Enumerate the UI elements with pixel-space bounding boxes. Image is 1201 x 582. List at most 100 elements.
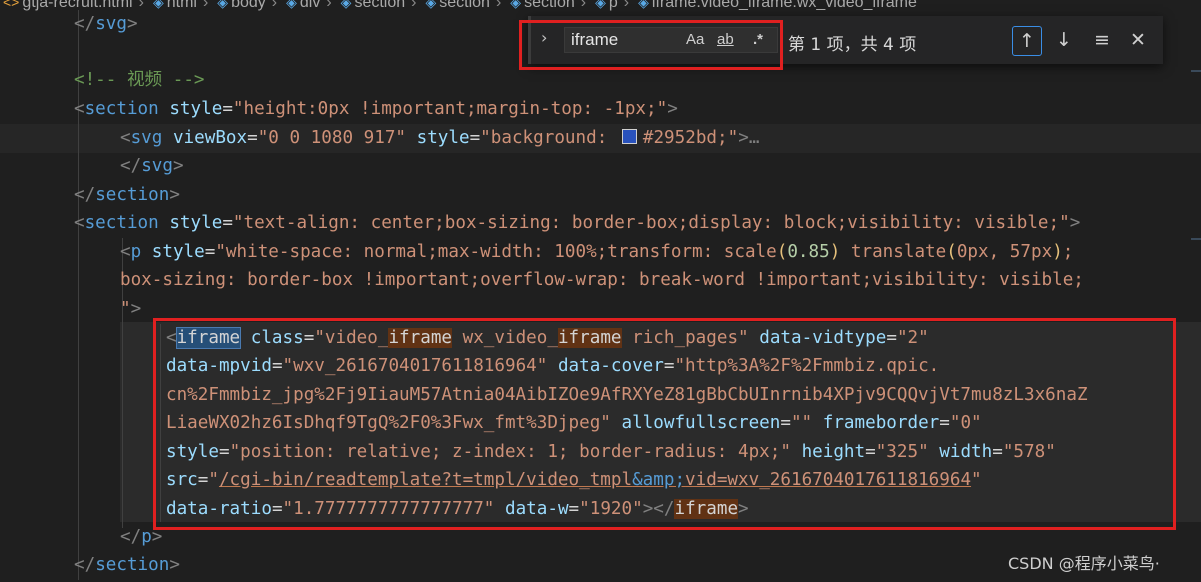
tag-name: svg xyxy=(95,14,127,34)
breadcrumb-item-html[interactable]: ◈ html xyxy=(150,0,197,12)
attr-name: style xyxy=(166,442,219,462)
attr-value: "" xyxy=(790,413,813,433)
breadcrumb-item-body[interactable]: ◈ body xyxy=(214,0,265,12)
breadcrumb-item-section[interactable]: ◈ section xyxy=(507,0,574,12)
previous-match-arrow-up-icon[interactable]: ↑ xyxy=(1012,26,1042,56)
attr-value: " xyxy=(120,299,131,319)
breadcrumb-item-file[interactable]: <> gtja-recruit.html xyxy=(0,0,133,12)
code-line[interactable]: <!-- 视频 --> xyxy=(74,66,205,94)
code-line[interactable]: <section style="text-align: center;box-s… xyxy=(74,209,1080,237)
chevron-right-icon: › xyxy=(580,0,587,11)
code-line[interactable]: <svg viewBox="0 0 1080 917" style="backg… xyxy=(120,124,759,152)
number: 0.85 xyxy=(787,242,830,262)
attr-name: height xyxy=(801,442,866,462)
code-line[interactable]: "> xyxy=(120,295,141,323)
code-editor[interactable]: </svg> <!-- 视频 --> <section style="heigh… xyxy=(0,0,1201,582)
chevron-right-icon: › xyxy=(411,0,417,11)
attr-name: width xyxy=(939,442,993,462)
tag-name: section xyxy=(84,213,159,233)
attr-name: style xyxy=(151,242,205,262)
attr-name: src xyxy=(166,470,198,490)
breadcrumb-item-section[interactable]: ◈ section xyxy=(422,0,489,12)
watermark: CSDN @程序小菜鸟· xyxy=(1008,554,1160,573)
element-icon: ◈ xyxy=(425,0,437,10)
breadcrumb-item-section[interactable]: ◈ section xyxy=(338,0,405,12)
code-line[interactable]: </section> xyxy=(74,551,180,579)
element-icon: ◈ xyxy=(595,0,606,10)
attr-value: "0" xyxy=(949,413,982,433)
code-line[interactable]: </svg> xyxy=(120,152,184,180)
element-icon: ◈ xyxy=(286,0,297,10)
folded-ellipsis[interactable]: … xyxy=(749,128,760,148)
attr-value: LiaeWX02hz6IsDhqf9TgQ%2F0%3Fwx_fmt%3Djpe… xyxy=(166,413,611,433)
code-line[interactable]: data-mpvid="wxv_2616704017611816964" dat… xyxy=(166,352,939,380)
attr-value: ; xyxy=(1062,242,1074,262)
attr-value: " xyxy=(208,470,219,490)
element-icon: ◈ xyxy=(152,0,164,10)
paren: ) xyxy=(1052,242,1063,262)
html-file-icon: <> xyxy=(3,0,20,10)
attr-name: data-vidtype xyxy=(759,328,887,348)
breadcrumb-item-p[interactable]: ◈ p xyxy=(592,0,618,12)
code-line[interactable]: LiaeWX02hz6IsDhqf9TgQ%2F0%3Fwx_fmt%3Djpe… xyxy=(166,409,982,437)
attr-value: "1.7777777777777777" xyxy=(282,499,495,519)
attr-name: viewBox xyxy=(172,128,248,148)
regex-button[interactable]: .* xyxy=(753,31,763,48)
src-link[interactable]: /cgi-bin/readtemplate?t=tmpl/video_tmpl xyxy=(219,470,632,490)
color-swatch[interactable] xyxy=(621,129,637,144)
match-case-button[interactable]: Aa xyxy=(686,31,704,48)
attr-name: style xyxy=(169,213,223,233)
attr-name: data-w xyxy=(504,499,569,519)
attr-value: "1920" xyxy=(579,499,643,519)
code-line[interactable]: data-ratio="1.7777777777777777" data-w="… xyxy=(166,495,749,523)
element-icon: ◈ xyxy=(638,0,649,10)
attr-value: "578" xyxy=(1002,442,1056,462)
code-line[interactable]: box-sizing: border-box !important;overfl… xyxy=(120,266,1084,294)
find-widget: › Aa ab .* 第 1 项，共 4 项 ↑ ↓ ≡ ✕ xyxy=(528,16,1163,64)
paren: ( xyxy=(776,242,788,262)
element-icon: ◈ xyxy=(340,0,352,10)
attr-name: class xyxy=(250,328,304,348)
code-line[interactable]: src="/cgi-bin/readtemplate?t=tmpl/video_… xyxy=(166,466,982,494)
attr-value: "white-space: normal;max-width: 100%;tra… xyxy=(215,242,777,262)
attr-value: "text-align: center;box-sizing: border-b… xyxy=(232,213,1070,233)
match-count: 第 1 项，共 4 项 xyxy=(788,35,917,55)
paren: ( xyxy=(946,242,957,262)
find-in-selection-icon[interactable]: ≡ xyxy=(1087,26,1117,56)
attr-value: translate xyxy=(840,242,947,262)
next-match-arrow-down-icon[interactable]: ↓ xyxy=(1049,26,1079,56)
code-line[interactable]: </section> xyxy=(74,181,180,209)
attr-value: #2952bd;" xyxy=(642,128,739,148)
code-line[interactable]: <p style="white-space: normal;max-width:… xyxy=(120,238,1073,266)
attr-name: data-ratio xyxy=(166,499,272,519)
tag-name: svg xyxy=(141,156,173,176)
find-input-box[interactable]: Aa ab .* xyxy=(564,27,778,53)
search-match: iframe xyxy=(674,499,739,519)
whole-word-button[interactable]: ab xyxy=(717,31,734,48)
src-link[interactable]: vid=wxv_2616704017611816964 xyxy=(685,470,971,490)
code-line[interactable]: </p> xyxy=(120,523,162,551)
toggle-replace-chevron-icon[interactable]: › xyxy=(541,28,547,47)
code-line[interactable]: style="position: relative; z-index: 1; b… xyxy=(166,438,1056,466)
paren: ) xyxy=(829,242,841,262)
scrollbar-marker xyxy=(1191,70,1201,72)
code-line[interactable]: <iframe class="video_iframe wx_video_ifr… xyxy=(166,324,929,352)
close-icon[interactable]: ✕ xyxy=(1123,26,1153,56)
attr-value: "http%3A%2F%2Fmmbiz.qpic. xyxy=(674,356,940,376)
attr-value: "background: xyxy=(480,128,618,148)
attr-value: "2" xyxy=(896,328,929,348)
attr-value: wx_video_ xyxy=(452,328,558,348)
code-line[interactable]: cn%2Fmmbiz_jpg%2Fj9IiauM57Atnia04AibIZOe… xyxy=(166,381,1088,409)
code-line[interactable]: </svg> xyxy=(74,10,138,38)
chevron-right-icon: › xyxy=(495,0,502,11)
breadcrumb: <> gtja-recruit.html › ◈ html › ◈ body › ◈ div › ◈ se… xyxy=(0,0,1201,12)
indent-guide xyxy=(160,324,161,522)
breadcrumb-item-iframe[interactable]: ◈ iframe.video_iframe.wx_video_iframe xyxy=(635,0,917,12)
attr-value: " xyxy=(971,470,982,490)
chevron-right-icon: › xyxy=(623,0,630,11)
code-line[interactable]: <section style="height:0px !important;ma… xyxy=(74,95,678,123)
entity-amp[interactable]: &amp; xyxy=(632,470,685,490)
breadcrumb-item-div[interactable]: ◈ div xyxy=(283,0,320,12)
find-input[interactable] xyxy=(571,28,681,52)
attr-value: 0px, 57px xyxy=(956,242,1053,262)
